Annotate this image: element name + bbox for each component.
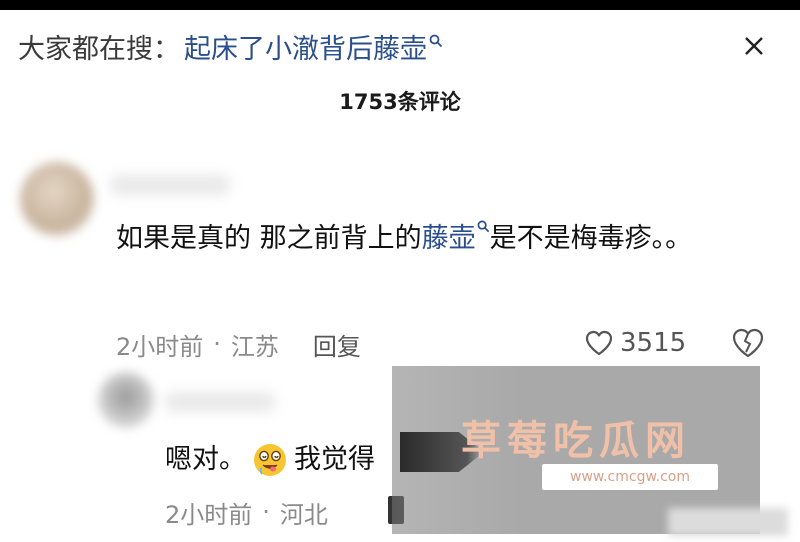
comments-count: 1753条评论 (339, 90, 461, 114)
avatar[interactable] (98, 372, 154, 428)
search-icon (477, 220, 489, 233)
like-count: 3515 (620, 328, 687, 358)
status-strip (0, 0, 800, 10)
username-blurred[interactable] (110, 175, 230, 195)
trending-search-bar[interactable]: 大家都在搜： 起床了小澈背后藤壶 (18, 26, 443, 66)
comment-location: 江苏 (230, 332, 279, 361)
comment-text-before: 如果是真的 那之前背上的 (116, 223, 422, 254)
like-button[interactable]: 3515 (584, 324, 686, 362)
reply-button[interactable]: 回复 (313, 327, 361, 362)
comment-location: 河北 (279, 500, 328, 529)
username-blurred[interactable] (165, 392, 275, 412)
comment-text-before: 嗯对。 (165, 444, 246, 475)
heart-icon (585, 330, 613, 356)
close-icon (745, 37, 763, 55)
comment-meta: 2小时前 · 河北 (165, 496, 328, 529)
comment-text: 如果是真的 那之前背上的藤壶 是不是梅毒疹。。 (116, 213, 736, 265)
search-icon (429, 34, 443, 48)
avatar[interactable] (20, 162, 94, 236)
blurred-corner-mark (668, 508, 788, 536)
close-button[interactable] (736, 28, 772, 64)
comment-text: 嗯对。 我觉得 (165, 434, 375, 486)
meta-separator: · (213, 330, 221, 358)
comment-meta: 2小时前 · 江苏 回复 (116, 326, 361, 362)
comment-keyword-link[interactable]: 藤壶 (422, 223, 476, 254)
dislike-broken-heart-icon[interactable] (730, 326, 766, 360)
comment-text-after: 是不是梅毒疹。。 (489, 223, 693, 254)
trending-prefix: 大家都在搜： (18, 33, 180, 65)
comment-time: 2小时前 (165, 500, 253, 529)
meta-separator: · (262, 498, 270, 526)
comments-panel: 大家都在搜： 起床了小澈背后藤壶 1753条评论 如果是真的 那之前背上的藤壶 … (0, 0, 800, 542)
drooling-face-emoji-icon (254, 444, 286, 476)
watermark-url: www.cmcgw.com (542, 464, 718, 490)
watermark-title: 草莓吃瓜网 (461, 418, 691, 464)
trending-keyword-link[interactable]: 起床了小澈背后藤壶 (184, 27, 427, 66)
comment-text-after: 我觉得 (294, 444, 375, 475)
comment-time: 2小时前 (116, 332, 204, 361)
